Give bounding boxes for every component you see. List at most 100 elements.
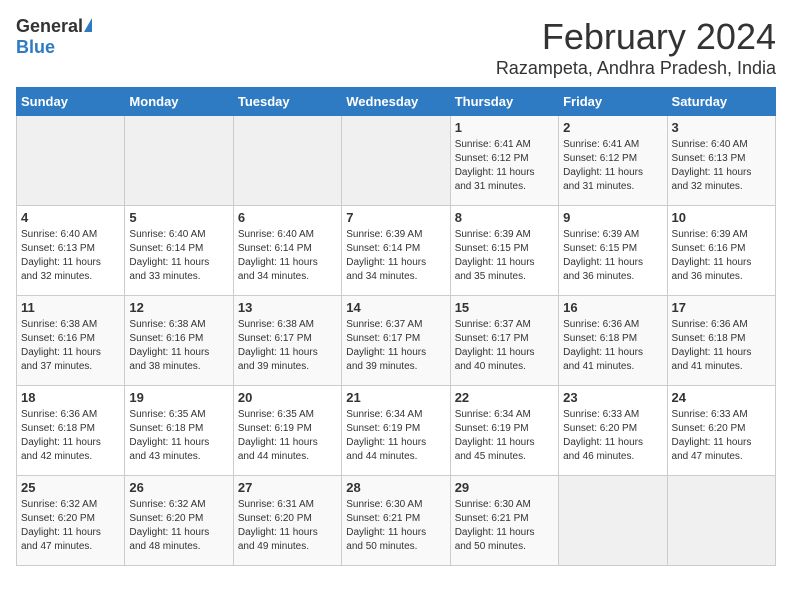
day-info: Sunrise: 6:35 AM Sunset: 6:18 PM Dayligh… xyxy=(129,408,228,464)
day-number: 7 xyxy=(346,210,445,225)
day-number: 9 xyxy=(563,210,662,225)
day-info: Sunrise: 6:40 AM Sunset: 6:14 PM Dayligh… xyxy=(129,228,228,284)
month-title: February 2024 xyxy=(496,16,776,58)
calendar-cell: 17Sunrise: 6:36 AM Sunset: 6:18 PM Dayli… xyxy=(667,296,775,386)
calendar-cell: 10 Sunrise: 6:39 AM Sunset: 6:16 PM Dayli… xyxy=(667,206,775,296)
day-number: 13 xyxy=(238,300,337,315)
calendar-cell: 8Sunrise: 6:39 AM Sunset: 6:15 PM Daylig… xyxy=(450,206,558,296)
calendar-cell: 1 Sunrise: 6:41 AM Sunset: 6:12 PM Daylig… xyxy=(450,116,558,206)
calendar-cell xyxy=(559,476,667,566)
day-number: 18 xyxy=(21,390,120,405)
calendar-body: 1 Sunrise: 6:41 AM Sunset: 6:12 PM Daylig… xyxy=(17,116,776,566)
logo-icon xyxy=(84,18,92,32)
calendar-cell: 18 Sunrise: 6:36 AM Sunset: 6:18 PM Dayli… xyxy=(17,386,125,476)
day-number: 19 xyxy=(129,390,228,405)
calendar-cell: 9 Sunrise: 6:39 AM Sunset: 6:15 PM Daylig… xyxy=(559,206,667,296)
day-number: 26 xyxy=(129,480,228,495)
title-area: February 2024 Razampeta, Andhra Pradesh,… xyxy=(496,16,776,79)
day-number: 14 xyxy=(346,300,445,315)
calendar-cell: 5 Sunrise: 6:40 AM Sunset: 6:14 PM Daylig… xyxy=(125,206,233,296)
calendar-cell: 26 Sunrise: 6:32 AM Sunset: 6:20 PM Dayli… xyxy=(125,476,233,566)
day-number: 16 xyxy=(563,300,662,315)
calendar-cell: 23Sunrise: 6:33 AM Sunset: 6:20 PM Dayli… xyxy=(559,386,667,476)
day-info: Sunrise: 6:37 AM Sunset: 6:17 PM Dayligh… xyxy=(346,318,445,374)
day-number: 29 xyxy=(455,480,554,495)
day-info: Sunrise: 6:38 AM Sunset: 6:16 PM Dayligh… xyxy=(21,318,120,374)
calendar-week-3: 11 Sunrise: 6:38 AM Sunset: 6:16 PM Dayli… xyxy=(17,296,776,386)
calendar-week-4: 18 Sunrise: 6:36 AM Sunset: 6:18 PM Dayli… xyxy=(17,386,776,476)
calendar-table: SundayMondayTuesdayWednesdayThursdayFrid… xyxy=(16,87,776,566)
day-info: Sunrise: 6:30 AM Sunset: 6:21 PM Dayligh… xyxy=(455,498,554,554)
logo: General Blue xyxy=(16,16,92,58)
day-number: 10 xyxy=(672,210,771,225)
day-info: Sunrise: 6:35 AM Sunset: 6:19 PM Dayligh… xyxy=(238,408,337,464)
day-info: Sunrise: 6:39 AM Sunset: 6:15 PM Dayligh… xyxy=(563,228,662,284)
calendar-cell: 27 Sunrise: 6:31 AM Sunset: 6:20 PM Dayli… xyxy=(233,476,341,566)
calendar-header-friday: Friday xyxy=(559,88,667,116)
calendar-header-tuesday: Tuesday xyxy=(233,88,341,116)
day-info: Sunrise: 6:31 AM Sunset: 6:20 PM Dayligh… xyxy=(238,498,337,554)
day-info: Sunrise: 6:38 AM Sunset: 6:17 PM Dayligh… xyxy=(238,318,337,374)
calendar-cell xyxy=(342,116,450,206)
calendar-cell: 12Sunrise: 6:38 AM Sunset: 6:16 PM Dayli… xyxy=(125,296,233,386)
day-number: 21 xyxy=(346,390,445,405)
day-info: Sunrise: 6:36 AM Sunset: 6:18 PM Dayligh… xyxy=(563,318,662,374)
calendar-cell xyxy=(667,476,775,566)
day-info: Sunrise: 6:41 AM Sunset: 6:12 PM Dayligh… xyxy=(563,138,662,194)
day-number: 1 xyxy=(455,120,554,135)
calendar-cell: 19 Sunrise: 6:35 AM Sunset: 6:18 PM Dayli… xyxy=(125,386,233,476)
day-number: 4 xyxy=(21,210,120,225)
calendar-cell: 16 Sunrise: 6:36 AM Sunset: 6:18 PM Dayli… xyxy=(559,296,667,386)
calendar-cell: 6 Sunrise: 6:40 AM Sunset: 6:14 PM Daylig… xyxy=(233,206,341,296)
day-info: Sunrise: 6:40 AM Sunset: 6:13 PM Dayligh… xyxy=(672,138,771,194)
day-info: Sunrise: 6:40 AM Sunset: 6:14 PM Dayligh… xyxy=(238,228,337,284)
day-info: Sunrise: 6:39 AM Sunset: 6:14 PM Dayligh… xyxy=(346,228,445,284)
calendar-week-1: 1 Sunrise: 6:41 AM Sunset: 6:12 PM Daylig… xyxy=(17,116,776,206)
calendar-header-saturday: Saturday xyxy=(667,88,775,116)
day-info: Sunrise: 6:34 AM Sunset: 6:19 PM Dayligh… xyxy=(346,408,445,464)
calendar-header-monday: Monday xyxy=(125,88,233,116)
calendar-cell xyxy=(125,116,233,206)
calendar-cell: 15Sunrise: 6:37 AM Sunset: 6:17 PM Dayli… xyxy=(450,296,558,386)
calendar-header-thursday: Thursday xyxy=(450,88,558,116)
calendar-cell: 25 Sunrise: 6:32 AM Sunset: 6:20 PM Dayli… xyxy=(17,476,125,566)
calendar-cell: 21 Sunrise: 6:34 AM Sunset: 6:19 PM Dayli… xyxy=(342,386,450,476)
day-number: 25 xyxy=(21,480,120,495)
logo-general-text: General xyxy=(16,16,83,37)
calendar-cell: 13 Sunrise: 6:38 AM Sunset: 6:17 PM Dayli… xyxy=(233,296,341,386)
header: General Blue February 2024 Razampeta, An… xyxy=(16,16,776,79)
day-info: Sunrise: 6:41 AM Sunset: 6:12 PM Dayligh… xyxy=(455,138,554,194)
day-number: 8 xyxy=(455,210,554,225)
day-info: Sunrise: 6:33 AM Sunset: 6:20 PM Dayligh… xyxy=(672,408,771,464)
day-info: Sunrise: 6:37 AM Sunset: 6:17 PM Dayligh… xyxy=(455,318,554,374)
calendar-cell: 3Sunrise: 6:40 AM Sunset: 6:13 PM Daylig… xyxy=(667,116,775,206)
calendar-cell xyxy=(17,116,125,206)
day-number: 27 xyxy=(238,480,337,495)
calendar-cell: 22Sunrise: 6:34 AM Sunset: 6:19 PM Dayli… xyxy=(450,386,558,476)
day-info: Sunrise: 6:32 AM Sunset: 6:20 PM Dayligh… xyxy=(129,498,228,554)
location-title: Razampeta, Andhra Pradesh, India xyxy=(496,58,776,79)
calendar-cell: 7 Sunrise: 6:39 AM Sunset: 6:14 PM Daylig… xyxy=(342,206,450,296)
day-number: 28 xyxy=(346,480,445,495)
day-number: 11 xyxy=(21,300,120,315)
calendar-cell: 4 Sunrise: 6:40 AM Sunset: 6:13 PM Daylig… xyxy=(17,206,125,296)
day-number: 24 xyxy=(672,390,771,405)
day-info: Sunrise: 6:39 AM Sunset: 6:16 PM Dayligh… xyxy=(672,228,771,284)
calendar-header-row: SundayMondayTuesdayWednesdayThursdayFrid… xyxy=(17,88,776,116)
day-number: 5 xyxy=(129,210,228,225)
day-info: Sunrise: 6:40 AM Sunset: 6:13 PM Dayligh… xyxy=(21,228,120,284)
day-info: Sunrise: 6:34 AM Sunset: 6:19 PM Dayligh… xyxy=(455,408,554,464)
day-info: Sunrise: 6:30 AM Sunset: 6:21 PM Dayligh… xyxy=(346,498,445,554)
calendar-week-5: 25 Sunrise: 6:32 AM Sunset: 6:20 PM Dayli… xyxy=(17,476,776,566)
day-number: 17 xyxy=(672,300,771,315)
day-number: 6 xyxy=(238,210,337,225)
calendar-header-sunday: Sunday xyxy=(17,88,125,116)
day-info: Sunrise: 6:32 AM Sunset: 6:20 PM Dayligh… xyxy=(21,498,120,554)
calendar-week-2: 4 Sunrise: 6:40 AM Sunset: 6:13 PM Daylig… xyxy=(17,206,776,296)
calendar-cell: 2Sunrise: 6:41 AM Sunset: 6:12 PM Daylig… xyxy=(559,116,667,206)
day-info: Sunrise: 6:36 AM Sunset: 6:18 PM Dayligh… xyxy=(21,408,120,464)
calendar-cell: 28 Sunrise: 6:30 AM Sunset: 6:21 PM Dayli… xyxy=(342,476,450,566)
day-info: Sunrise: 6:33 AM Sunset: 6:20 PM Dayligh… xyxy=(563,408,662,464)
day-number: 20 xyxy=(238,390,337,405)
day-info: Sunrise: 6:38 AM Sunset: 6:16 PM Dayligh… xyxy=(129,318,228,374)
